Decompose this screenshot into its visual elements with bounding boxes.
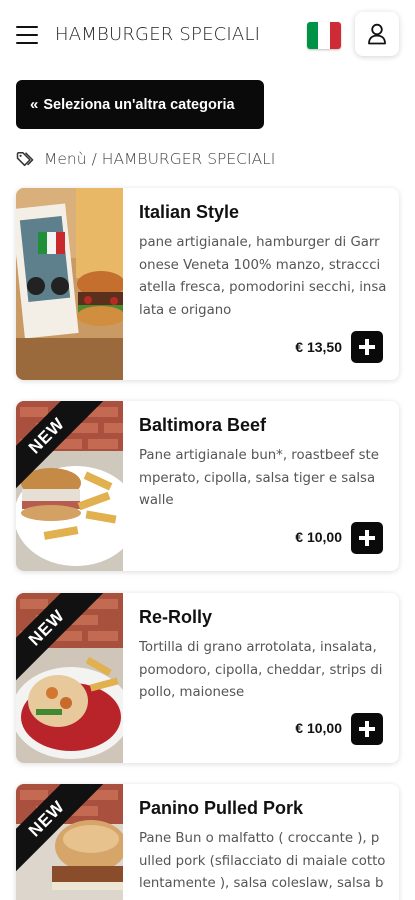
product-name: Baltimora Beef bbox=[139, 415, 267, 435]
breadcrumb-root-link[interactable]: Menù bbox=[44, 150, 87, 168]
breadcrumb: Menù / HAMBURGER SPECIALI bbox=[16, 148, 275, 170]
product-price: € 10,00 bbox=[295, 720, 342, 736]
product-card[interactable]: NEW Panino Pulled Pork Pane Bun o malfat… bbox=[16, 784, 399, 900]
product-image: NEW bbox=[16, 401, 123, 571]
add-to-cart-button[interactable] bbox=[351, 331, 383, 363]
product-price: € 10,00 bbox=[295, 529, 342, 545]
select-category-button[interactable]: « Seleziona un'altra categoria bbox=[16, 80, 264, 129]
product-name: Panino Pulled Pork bbox=[139, 798, 304, 818]
hamburger-menu-icon[interactable] bbox=[16, 26, 38, 45]
add-to-cart-button[interactable] bbox=[351, 713, 383, 745]
tags-icon bbox=[16, 152, 34, 167]
product-name: Re-Rolly bbox=[139, 607, 213, 627]
user-icon bbox=[368, 23, 386, 45]
product-price: € 13,50 bbox=[295, 339, 342, 355]
select-category-label: Seleziona un'altra categoria bbox=[43, 96, 235, 113]
breadcrumb-separator: / bbox=[91, 150, 97, 168]
italian-flag-icon[interactable] bbox=[307, 22, 341, 49]
product-image: NEW bbox=[16, 784, 123, 900]
product-card[interactable]: NEW Baltimora Beef Pane artigianale bun*… bbox=[16, 401, 399, 571]
page-title: HAMBURGER SPECIALI bbox=[55, 24, 261, 45]
product-description: Pane artigianale bun*, roastbeef stemper… bbox=[139, 448, 379, 508]
chevrons-left-icon: « bbox=[30, 96, 39, 113]
product-image bbox=[16, 188, 123, 380]
product-image: NEW bbox=[16, 593, 123, 763]
product-card[interactable]: NEW Re-Rolly Tortilla di grano arrotolat… bbox=[16, 593, 399, 763]
product-card[interactable]: Italian Style pane artigianale, hamburge… bbox=[16, 188, 399, 380]
app-header: HAMBURGER SPECIALI bbox=[0, 0, 415, 72]
product-description: pane artigianale, hamburger di Garronese… bbox=[139, 235, 387, 318]
breadcrumb-current: HAMBURGER SPECIALI bbox=[101, 150, 276, 168]
product-description: Tortilla di grano arrotolata, insalata, … bbox=[139, 640, 383, 700]
product-description: Pane Bun o malfatto ( croccante ), pulle… bbox=[139, 831, 386, 900]
user-account-button[interactable] bbox=[355, 12, 399, 56]
product-name: Italian Style bbox=[139, 202, 240, 222]
add-to-cart-button[interactable] bbox=[351, 522, 383, 554]
